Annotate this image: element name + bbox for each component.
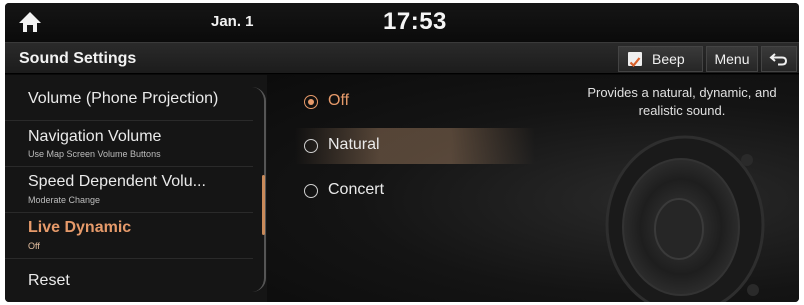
- date-label: Jan. 1: [211, 13, 254, 30]
- sidebar-item-sublabel: Off: [28, 241, 40, 251]
- beep-label: Beep: [652, 51, 685, 67]
- sidebar-item-label: Live Dynamic: [28, 219, 132, 236]
- sidebar-item-navigation-volume[interactable]: Navigation Volume Use Map Screen Volume …: [5, 121, 253, 167]
- sidebar-item-label: Navigation Volume: [28, 128, 162, 145]
- option-panel: Off Natural Concert Provides a natural, …: [267, 75, 799, 302]
- back-button[interactable]: [761, 46, 797, 72]
- sidebar-item-sublabel: Use Map Screen Volume Buttons: [28, 149, 161, 159]
- radio-option-natural[interactable]: Natural: [295, 128, 535, 164]
- option-description: Provides a natural, dynamic, and realist…: [587, 85, 777, 118]
- sidebar-item-volume-phone-projection[interactable]: Volume (Phone Projection): [5, 75, 253, 121]
- status-bar: Jan. 1 17:53: [5, 3, 799, 41]
- page-title: Sound Settings: [19, 50, 137, 67]
- menu-button[interactable]: Menu: [706, 46, 758, 72]
- header-bar: Sound Settings Beep Menu: [5, 42, 799, 74]
- sidebar-item-label: Volume (Phone Projection): [28, 90, 219, 107]
- home-icon[interactable]: [17, 10, 43, 34]
- speaker-icon: [605, 135, 765, 302]
- head-unit-screen: Jan. 1 17:53 Sound Settings Beep Menu Vo…: [5, 3, 799, 302]
- beep-toggle-button[interactable]: Beep: [618, 46, 703, 72]
- radio-option-concert[interactable]: Concert: [295, 173, 535, 209]
- checkbox-icon[interactable]: [628, 52, 642, 68]
- sidebar-item-label: Reset: [28, 272, 70, 289]
- radio-option-off[interactable]: Off: [295, 84, 535, 120]
- back-arrow-icon: [769, 53, 788, 66]
- option-label: Concert: [328, 181, 385, 198]
- settings-sidebar: Volume (Phone Projection) Navigation Vol…: [5, 75, 267, 302]
- option-label: Off: [328, 92, 350, 109]
- radio-button[interactable]: [304, 139, 318, 153]
- sidebar-item-label: Speed Dependent Volu...: [28, 173, 206, 190]
- option-label: Natural: [328, 136, 380, 153]
- clock: 17:53: [383, 8, 447, 35]
- radio-button[interactable]: [304, 95, 318, 109]
- sidebar-item-speed-dependent-volume[interactable]: Speed Dependent Volu... Moderate Change: [5, 167, 253, 213]
- scrollbar-thumb[interactable]: [262, 175, 265, 235]
- sidebar-item-sublabel: Moderate Change: [28, 195, 101, 205]
- radio-button[interactable]: [304, 184, 318, 198]
- sidebar-item-reset[interactable]: Reset: [5, 259, 253, 302]
- sidebar-item-live-dynamic[interactable]: Live Dynamic Off: [5, 213, 253, 259]
